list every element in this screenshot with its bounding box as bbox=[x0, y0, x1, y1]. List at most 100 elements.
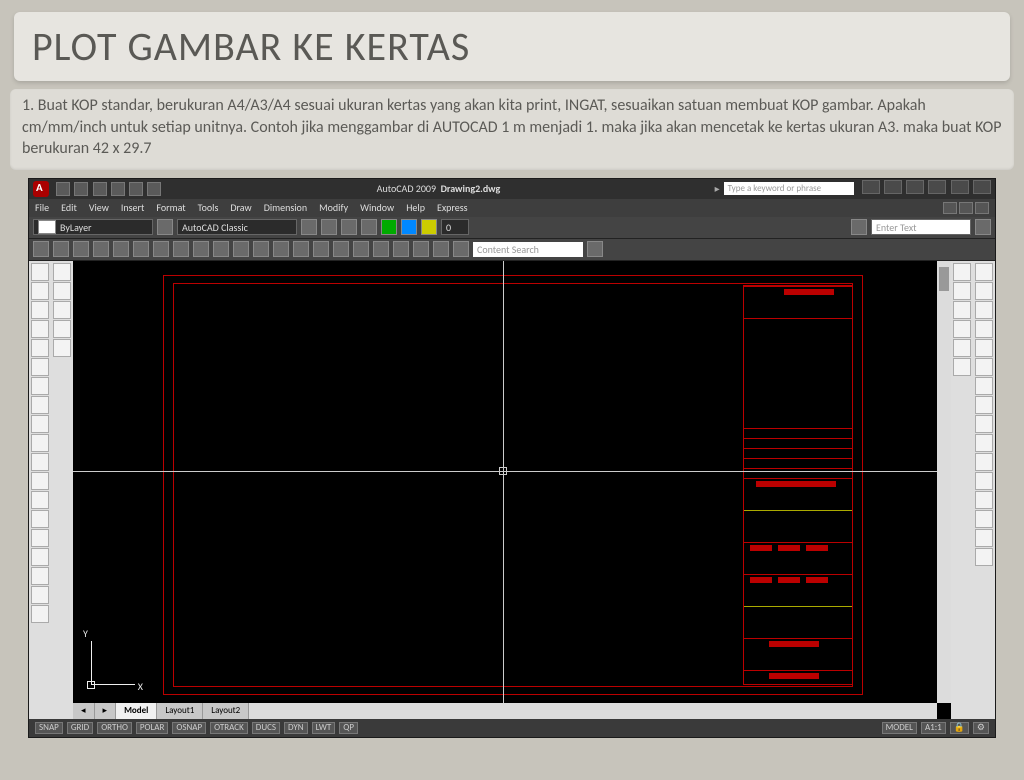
horizontal-scrollbar[interactable]: ◂ ▸ Model Layout1 Layout2 bbox=[73, 703, 937, 719]
erase-icon[interactable] bbox=[975, 263, 993, 281]
matchprop-icon[interactable] bbox=[213, 241, 229, 257]
table-icon[interactable] bbox=[31, 586, 49, 604]
vt-icon-4[interactable] bbox=[953, 320, 971, 338]
qat-plot-icon[interactable] bbox=[147, 182, 161, 196]
vt-icon-1[interactable] bbox=[953, 263, 971, 281]
move-icon[interactable] bbox=[975, 358, 993, 376]
status-grid[interactable]: GRID bbox=[67, 722, 93, 734]
content-search-input[interactable]: Content Search bbox=[473, 242, 583, 257]
menu-insert[interactable]: Insert bbox=[121, 201, 145, 214]
menu-express[interactable]: Express bbox=[437, 201, 468, 214]
search-go-icon[interactable] bbox=[975, 219, 991, 235]
menu-edit[interactable]: Edit bbox=[61, 201, 77, 214]
qat-undo-icon[interactable] bbox=[111, 182, 125, 196]
vt-icon-2[interactable] bbox=[953, 282, 971, 300]
mtext-icon[interactable] bbox=[31, 605, 49, 623]
status-snap[interactable]: SNAP bbox=[35, 722, 63, 734]
xline-icon[interactable] bbox=[31, 282, 49, 300]
infocenter-search[interactable]: Type a keyword or phrase bbox=[724, 182, 854, 195]
redo-icon[interactable] bbox=[253, 241, 269, 257]
save-icon[interactable] bbox=[73, 241, 89, 257]
qat-redo-icon[interactable] bbox=[129, 182, 143, 196]
print-icon[interactable] bbox=[93, 241, 109, 257]
join-icon[interactable] bbox=[975, 491, 993, 509]
status-tools-icon[interactable]: ⚙ bbox=[973, 722, 989, 734]
tab-layout2[interactable]: Layout2 bbox=[203, 703, 249, 719]
layer-state-icon[interactable] bbox=[157, 219, 173, 235]
mdi-restore-icon[interactable] bbox=[959, 202, 973, 214]
designcenter-icon[interactable] bbox=[373, 241, 389, 257]
minimize-button[interactable] bbox=[862, 180, 880, 194]
rotate-icon[interactable] bbox=[975, 377, 993, 395]
polygon-icon[interactable] bbox=[31, 320, 49, 338]
circle-icon[interactable] bbox=[31, 377, 49, 395]
tool-run-icon[interactable] bbox=[381, 219, 397, 235]
dt2-icon-5[interactable] bbox=[53, 339, 71, 357]
revcloud-icon[interactable] bbox=[31, 396, 49, 414]
menu-modify[interactable]: Modify bbox=[319, 201, 348, 214]
infocenter-arrow-icon[interactable]: ▸ bbox=[715, 182, 720, 195]
qat-open-icon[interactable] bbox=[74, 182, 88, 196]
toolpalette-icon[interactable] bbox=[393, 241, 409, 257]
mdi-close-icon[interactable] bbox=[975, 202, 989, 214]
arc-icon[interactable] bbox=[31, 358, 49, 376]
vertical-scrollbar[interactable] bbox=[937, 261, 951, 703]
ellipsearc-icon[interactable] bbox=[31, 453, 49, 471]
status-qp[interactable]: QP bbox=[339, 722, 358, 734]
fillet-icon[interactable] bbox=[975, 529, 993, 547]
status-ortho[interactable]: ORTHO bbox=[97, 722, 132, 734]
properties-icon[interactable] bbox=[353, 241, 369, 257]
qat-new-icon[interactable] bbox=[56, 182, 70, 196]
app-logo-icon[interactable] bbox=[33, 181, 49, 197]
content-search-go-icon[interactable] bbox=[587, 241, 603, 257]
minimize2-button[interactable] bbox=[928, 180, 946, 194]
status-lwt[interactable]: LWT bbox=[312, 722, 336, 734]
pan-icon[interactable] bbox=[273, 241, 289, 257]
menu-window[interactable]: Window bbox=[360, 201, 394, 214]
rectangle-icon[interactable] bbox=[31, 339, 49, 357]
tab-nav-right[interactable]: ▸ bbox=[95, 703, 117, 719]
ellipse-icon[interactable] bbox=[31, 434, 49, 452]
drawing-canvas[interactable]: Y X ◂ ▸ Model Layout1 Layout2 bbox=[73, 261, 951, 719]
tool-icon-1[interactable] bbox=[301, 219, 317, 235]
status-polar[interactable]: POLAR bbox=[136, 722, 169, 734]
extend-icon[interactable] bbox=[975, 453, 993, 471]
vt-icon-5[interactable] bbox=[953, 339, 971, 357]
status-osnap[interactable]: OSNAP bbox=[172, 722, 206, 734]
mirror-icon[interactable] bbox=[975, 301, 993, 319]
layer-index-select[interactable]: 0 bbox=[441, 219, 469, 235]
polyline-icon[interactable] bbox=[31, 301, 49, 319]
close-button[interactable] bbox=[973, 180, 991, 194]
tab-nav-left[interactable]: ◂ bbox=[73, 703, 95, 719]
qat-save-icon[interactable] bbox=[93, 182, 107, 196]
markup-icon[interactable] bbox=[433, 241, 449, 257]
status-otrack[interactable]: OTRACK bbox=[210, 722, 248, 734]
vt-icon-3[interactable] bbox=[953, 301, 971, 319]
region-icon[interactable] bbox=[31, 567, 49, 585]
trim-icon[interactable] bbox=[975, 434, 993, 452]
offset-icon[interactable] bbox=[975, 320, 993, 338]
chamfer-icon[interactable] bbox=[975, 510, 993, 528]
menu-view[interactable]: View bbox=[89, 201, 109, 214]
open-icon[interactable] bbox=[53, 241, 69, 257]
preview-icon[interactable] bbox=[113, 241, 129, 257]
vt-icon-6[interactable] bbox=[953, 358, 971, 376]
new-icon[interactable] bbox=[33, 241, 49, 257]
color-select[interactable]: ByLayer bbox=[33, 219, 153, 235]
tool-icon-2[interactable] bbox=[321, 219, 337, 235]
enter-text-input[interactable]: Enter Text bbox=[871, 219, 971, 235]
status-scale[interactable]: A1:1 bbox=[921, 722, 946, 734]
break-icon[interactable] bbox=[975, 472, 993, 490]
gradient-icon[interactable] bbox=[31, 548, 49, 566]
point-icon[interactable] bbox=[31, 510, 49, 528]
restore-button[interactable] bbox=[951, 180, 969, 194]
menu-format[interactable]: Format bbox=[156, 201, 185, 214]
dt2-icon-3[interactable] bbox=[53, 301, 71, 319]
menu-help[interactable]: Help bbox=[406, 201, 425, 214]
zoom-previous-icon[interactable] bbox=[333, 241, 349, 257]
workspace-select[interactable]: AutoCAD Classic bbox=[177, 219, 297, 235]
hatch-icon[interactable] bbox=[31, 529, 49, 547]
paste-icon[interactable] bbox=[193, 241, 209, 257]
line-icon[interactable] bbox=[31, 263, 49, 281]
tool-icon-4[interactable] bbox=[361, 219, 377, 235]
